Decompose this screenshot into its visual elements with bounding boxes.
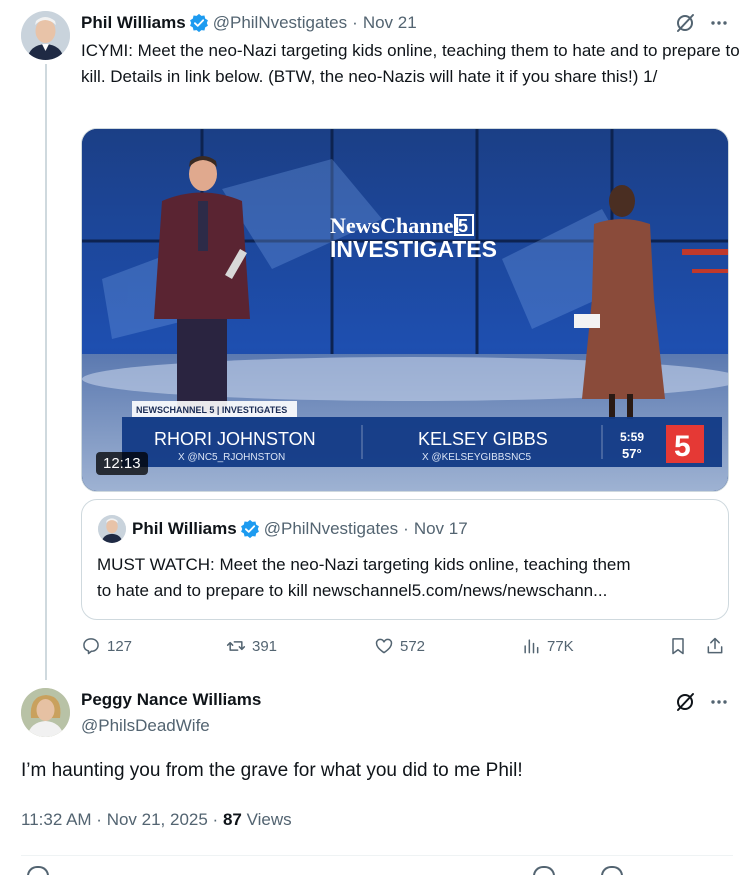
reply-views-count: 87	[222, 810, 242, 829]
quote-header: Phil Williams @PhilNvestigates · Nov 17	[132, 519, 468, 539]
quote-text-line-1: MUST WATCH: Meet the neo-Nazi targeting …	[97, 555, 631, 574]
author-name[interactable]: Phil Williams	[81, 13, 186, 33]
quote-author-name: Phil Williams	[132, 519, 237, 538]
quote-date: Nov 17	[413, 519, 468, 538]
author-handle[interactable]: @PhilNvestigates	[213, 13, 347, 33]
lower-third-tag: NEWSCHANNEL 5 | INVESTIGATES	[136, 405, 287, 415]
verified-badge-icon	[189, 13, 208, 33]
repost-button[interactable]: 391	[226, 636, 277, 656]
separator-dot: ·	[91, 810, 107, 829]
avatar-peggy-nance-williams[interactable]	[21, 688, 70, 737]
avatar-phil-williams[interactable]	[21, 11, 70, 60]
reply-count: 127	[107, 637, 133, 655]
bookmark-icon	[672, 638, 684, 655]
like-icon	[375, 638, 393, 654]
more-icon[interactable]	[708, 12, 730, 34]
video-duration-badge: 12:13	[96, 452, 148, 475]
tweet-top-actions	[674, 12, 730, 34]
logo-investigates: INVESTIGATES	[330, 236, 497, 262]
reply-time[interactable]: 11:32 AM	[21, 810, 92, 830]
reply-text: I’m haunting you from the grave for what…	[21, 760, 523, 781]
anchor1-name: RHORI JOHNSTON	[154, 429, 316, 449]
like-button[interactable]: 572	[374, 636, 425, 656]
share-icon[interactable]	[601, 866, 623, 875]
reply-author-name[interactable]: Peggy Nance Williams	[81, 690, 261, 710]
reply-metadata: 11:32 AM · Nov 21, 2025 · 87 Views	[21, 810, 292, 830]
clock-text: 5:59	[620, 430, 644, 444]
verified-badge-icon	[240, 519, 259, 539]
more-icon[interactable]	[708, 691, 730, 713]
share-icon	[707, 637, 723, 654]
views-button[interactable]: 77K	[521, 636, 574, 656]
grok-icon[interactable]	[674, 12, 696, 34]
bookmark-icon[interactable]	[533, 866, 555, 875]
separator-dot: ·	[403, 519, 409, 538]
quote-avatar	[98, 515, 126, 543]
tweet-text: ICYMI: Meet the neo-Nazi targeting kids …	[81, 41, 740, 86]
separator-dot: ·	[207, 810, 223, 829]
reply-date[interactable]: Nov 21, 2025	[107, 810, 208, 830]
anchor2-handle: X @KELSEYGIBBSNC5	[422, 452, 532, 463]
reply-icon	[83, 638, 99, 655]
separator-dot: ·	[352, 13, 358, 32]
quote-author-handle: @PhilNvestigates	[263, 519, 399, 538]
reply-button[interactable]: 127	[81, 636, 132, 656]
tweet-action-bar: 127 391 572 77K	[81, 636, 731, 660]
reply-views-label: Views	[246, 810, 292, 829]
like-count: 572	[400, 637, 426, 655]
temperature-text: 57°	[622, 446, 642, 461]
anchor1-handle: X @NC5_RJOHNSTON	[178, 452, 285, 463]
divider	[21, 855, 733, 856]
reply-icon[interactable]	[27, 866, 49, 875]
bookmark-button[interactable]	[668, 636, 688, 656]
quote-text: MUST WATCH: Meet the neo-Nazi targeting …	[97, 552, 717, 604]
reply-author-handle[interactable]: @PhilsDeadWife	[81, 716, 210, 736]
reply-top-actions	[674, 691, 730, 713]
video-thumbnail: NewsChannel 5 INVESTIGATES NEWSCHANNEL 5…	[82, 129, 728, 491]
quote-text-line-2: to hate and to prepare to kill newschann…	[97, 581, 608, 600]
repost-icon	[226, 641, 246, 651]
tweet-header: Phil Williams @PhilNvestigates · Nov 21	[81, 12, 417, 34]
logo-number: 5	[458, 216, 468, 236]
channel-badge: 5	[674, 430, 691, 463]
quote-tweet-card[interactable]: Phil Williams @PhilNvestigates · Nov 17 …	[81, 499, 729, 620]
share-button[interactable]	[705, 636, 725, 656]
video-player[interactable]: NewsChannel 5 INVESTIGATES NEWSCHANNEL 5…	[81, 128, 729, 492]
repost-count: 391	[252, 637, 278, 655]
logo-newschannel: NewsChannel	[330, 213, 460, 238]
thread-connector-line	[45, 64, 47, 680]
bottom-action-bar-partial	[21, 866, 733, 875]
views-count: 77K	[547, 637, 574, 655]
anchor2-name: KELSEY GIBBS	[418, 429, 548, 449]
grok-icon[interactable]	[674, 691, 696, 713]
views-icon	[524, 639, 539, 654]
tweet-date[interactable]: Nov 21	[363, 13, 417, 33]
